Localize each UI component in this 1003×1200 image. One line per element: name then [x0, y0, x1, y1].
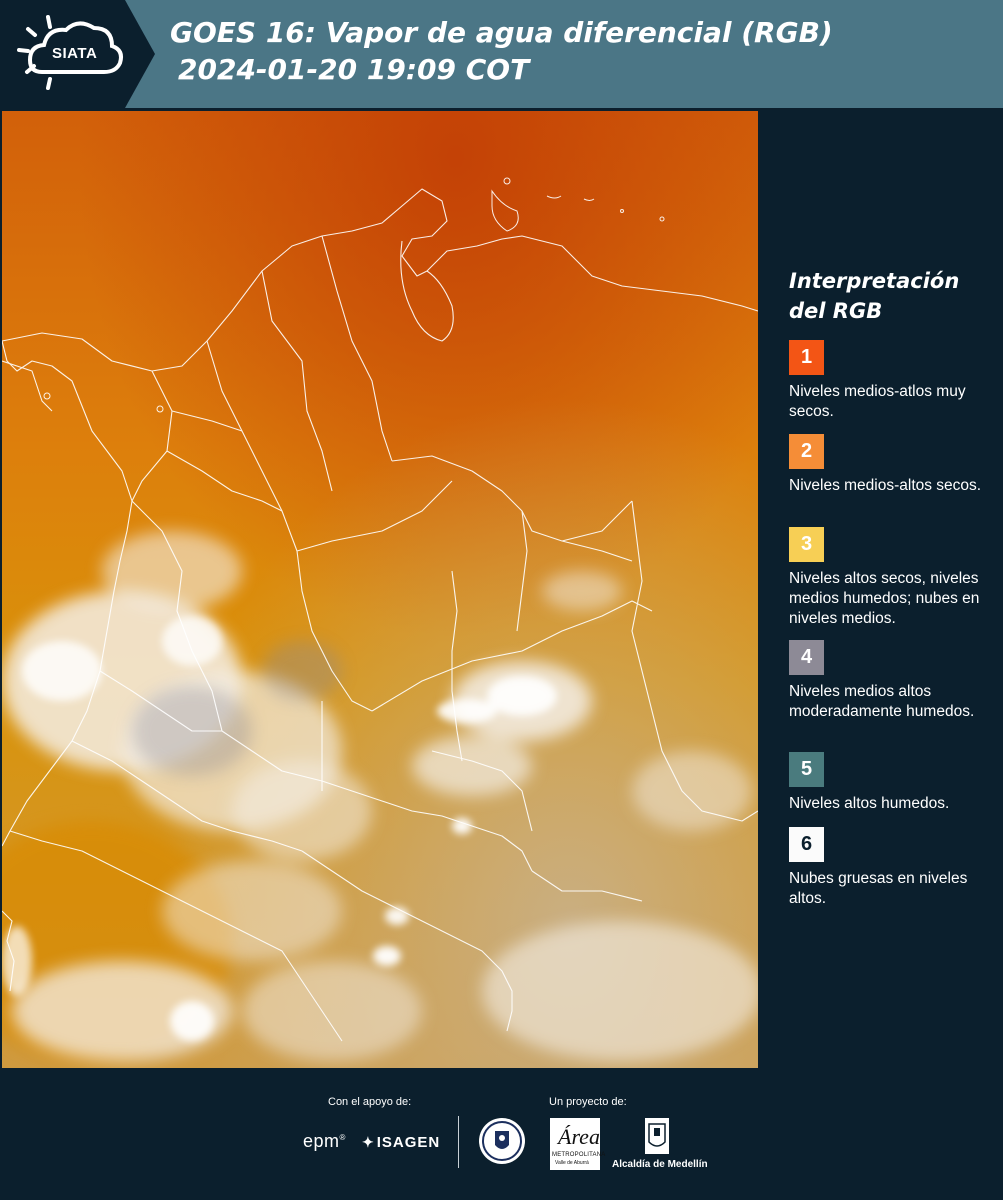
- university-seal-icon[interactable]: [477, 1115, 527, 1167]
- legend-swatch-6: 6: [789, 827, 824, 862]
- registered-mark-icon: ®: [339, 1133, 346, 1142]
- epm-logo-text: epm: [303, 1131, 340, 1151]
- legend-description-5: Niveles altos humedos.: [789, 795, 950, 812]
- area-logo-sub1: METROPOLITANA: [552, 1152, 606, 1158]
- legend-title-line2: del RGB: [789, 299, 883, 323]
- isagen-mark-icon: ✦: [362, 1134, 375, 1150]
- legend-item-1: 1 Niveles medios-atlos muy secos.: [789, 340, 999, 422]
- support-label: Con el apoyo de:: [328, 1096, 412, 1108]
- legend-item-2: 2 Niveles medios-altos secos.: [789, 434, 999, 496]
- legend-item-6: 6 Nubes gruesas en niveles altos.: [789, 827, 999, 909]
- satellite-map[interactable]: [2, 111, 758, 1068]
- legend-swatch-4: 4: [789, 640, 824, 675]
- header-bar: SIATA GOES 16: Vapor de agua diferencial…: [0, 0, 1003, 108]
- title-timestamp: 2024-01-20 19:09 COT: [178, 53, 530, 86]
- siata-logo-text: SIATA: [52, 45, 98, 62]
- footer-divider: [458, 1116, 459, 1168]
- project-label: Un proyecto de:: [549, 1096, 627, 1108]
- footer-bar: Con el apoyo de: Un proyecto de: epm® ✦ I…: [0, 1068, 1003, 1200]
- legend-title: Interpretación del RGB: [789, 266, 999, 326]
- legend-description-6: Nubes gruesas en niveles altos.: [789, 870, 968, 907]
- legend-title-line1: Interpretación: [789, 269, 960, 293]
- alcaldia-logo-text: Alcaldía de Medellín: [612, 1159, 708, 1170]
- legend-description-4: Niveles medios altos moderadamente humed…: [789, 683, 975, 720]
- page-title: GOES 16: Vapor de agua diferencial (RGB)…: [170, 14, 833, 88]
- legend-item-3: 3 Niveles altos secos, niveles medios hu…: [789, 527, 999, 629]
- legend-swatch-3: 3: [789, 527, 824, 562]
- area-metropolitana-logo[interactable]: Área METROPOLITANA Valle de Aburrá: [550, 1118, 605, 1170]
- title-product: GOES 16: Vapor de agua diferencial (RGB): [170, 16, 833, 49]
- epm-logo[interactable]: epm®: [303, 1131, 346, 1152]
- isagen-logo-text: ISAGEN: [376, 1134, 441, 1151]
- legend-description-3: Niveles altos secos, niveles medios hume…: [789, 570, 980, 627]
- legend-item-4: 4 Niveles medios altos moderadamente hum…: [789, 640, 999, 722]
- legend-swatch-5: 5: [789, 752, 824, 787]
- legend-swatch-1: 1: [789, 340, 824, 375]
- legend-description-2: Niveles medios-altos secos.: [789, 477, 982, 494]
- legend-item-5: 5 Niveles altos humedos.: [789, 752, 999, 814]
- legend-swatch-2: 2: [789, 434, 824, 469]
- water-vapor-map-image: [2, 111, 758, 1068]
- isagen-logo[interactable]: ✦ ISAGEN: [362, 1134, 440, 1151]
- area-logo-script: Área: [558, 1124, 600, 1149]
- siata-logo[interactable]: SIATA: [0, 0, 155, 108]
- area-logo-sub2: Valle de Aburrá: [555, 1160, 589, 1166]
- legend-panel: Interpretación del RGB 1 Niveles medios-…: [760, 111, 1003, 1068]
- legend-description-1: Niveles medios-atlos muy secos.: [789, 383, 966, 420]
- alcaldia-crest-icon[interactable]: [643, 1116, 671, 1156]
